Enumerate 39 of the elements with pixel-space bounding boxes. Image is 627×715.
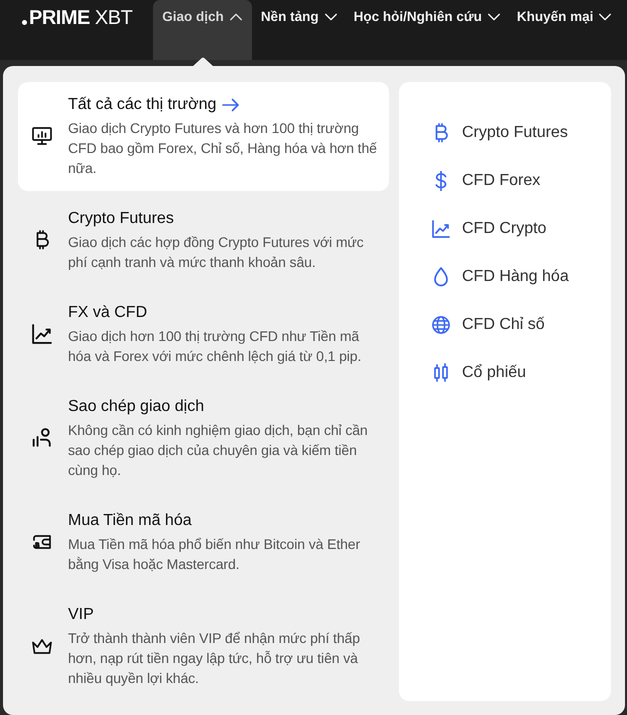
market-link[interactable]: CFD Hàng hóa — [432, 253, 611, 301]
product-description: Không cần có kinh nghiệm giao dịch, bạn chỉ cần sao chép giao dịch của chuyên gia và kiếm tiền cùng họ. — [68, 421, 369, 480]
product-title: VIP — [68, 605, 94, 625]
nav-menu-item[interactable]: Học hỏi/Nghiên cứu — [344, 0, 508, 60]
market-link[interactable]: CFD Forex — [432, 157, 611, 205]
product-title: Sao chép giao dịch — [68, 397, 204, 417]
line-chart-icon — [32, 324, 52, 344]
product-menu-item[interactable]: Sao chép giao dịch Không cần có kinh nghiệm giao dịch, bạn chỉ cần sao chép giao dịch của chuyên gia và kiếm tiền cùng họ. — [18, 384, 389, 493]
product-menu-item[interactable]: Crypto Futures Giao dịch các hợp đồng Crypto Futures với mức phí cạnh tranh và mức thanh khoản sâu. — [18, 196, 389, 285]
market-link[interactable]: Crypto Futures — [432, 109, 611, 157]
monitor-chart-icon — [32, 126, 52, 146]
product-description: Giao dịch các hợp đồng Crypto Futures với mức phí cạnh tranh và mức thanh khoản sâu. — [68, 233, 365, 272]
product-description: Giao dịch Crypto Futures và hơn 100 thị trường CFD bao gồm Forex, Chỉ số, Hàng hóa và hơn thế nữa. — [68, 119, 378, 178]
logo-dot-icon — [22, 20, 27, 25]
drop-icon — [432, 267, 450, 287]
product-description: Trở thành thành viên VIP để nhận mức phí thấp hơn, nạp rút tiền ngay lập tức, hỗ trợ ưu tiên và nhiều quyền lợi khác. — [68, 629, 361, 688]
nav-menu-item[interactable]: Nền tảng — [252, 0, 345, 60]
product-menu-item[interactable]: VIP Trở thành thành viên VIP để nhận mức phí thấp hơn, nạp rút tiền ngay lập tức, hỗ trợ ưu tiên và nhiều quyền lợi khác. — [18, 592, 389, 701]
globe-icon — [432, 315, 450, 335]
product-title: FX và CFD — [68, 303, 148, 323]
nav-menu-item[interactable]: Giao dịch — [153, 0, 252, 60]
product-title: Crypto Futures — [68, 209, 174, 229]
product-title: Tất cả các thị trường — [68, 95, 216, 115]
logo[interactable]: PRIME XBT — [29, 6, 132, 30]
market-link[interactable]: CFD Chỉ số — [432, 301, 611, 349]
product-menu-item[interactable]: Mua Tiền mã hóa Mua Tiền mã hóa phổ biến như Bitcoin và Ether bằng Visa hoặc Mastercard. — [18, 498, 389, 587]
nav-menu-item[interactable]: Khuyến mại — [508, 0, 620, 60]
product-menu-item[interactable]: FX và CFD Giao dịch hơn 100 thị trường CFD như Tiền mã hóa và Forex với mức chênh lệch giá từ 0,1 pip. — [18, 290, 389, 379]
market-link[interactable]: CFD Crypto — [432, 205, 611, 253]
product-description: Mua Tiền mã hóa phổ biến như Bitcoin và Ether bằng Visa hoặc Mastercard. — [68, 535, 362, 574]
line-chart-icon — [432, 219, 450, 239]
product-title: Mua Tiền mã hóa — [68, 511, 192, 531]
person-chart-icon — [32, 428, 52, 448]
candlestick-icon — [432, 363, 450, 383]
product-menu-item[interactable]: Tất cả các thị trường Giao dịch Crypto Futures và hơn 100 thị trường CFD bao gồm Forex, Chỉ số, Hàng hóa và hơn thế nữa. — [18, 82, 389, 191]
wallet-icon — [32, 532, 52, 552]
crown-icon — [32, 636, 52, 656]
product-description: Giao dịch hơn 100 thị trường CFD như Tiền mã hóa và Forex với mức chênh lệch giá từ 0,1 pip. — [68, 327, 362, 366]
market-link[interactable]: Cổ phiếu — [432, 349, 611, 397]
